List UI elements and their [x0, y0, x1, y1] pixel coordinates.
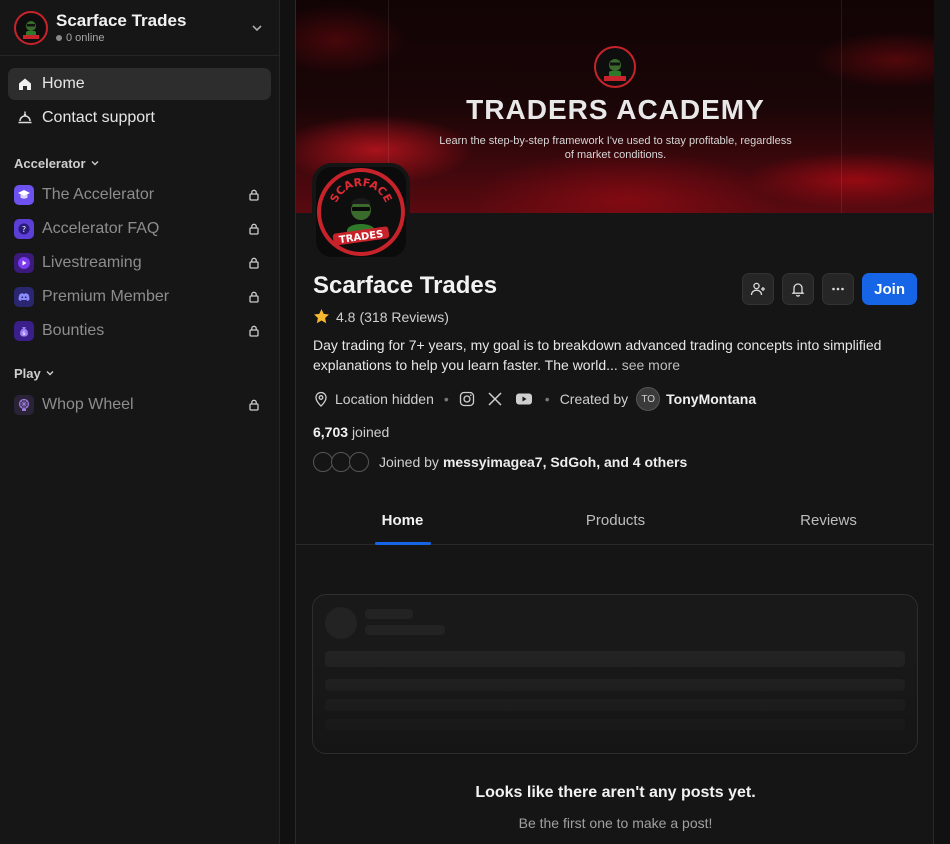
join-button[interactable]: Join: [862, 273, 917, 305]
member-avatar: [331, 452, 351, 472]
wheel-icon: [14, 395, 34, 415]
more-options-button[interactable]: [822, 273, 855, 305]
location-text: Location hidden: [335, 391, 434, 407]
workspace-name: Scarface Trades: [56, 11, 187, 30]
lock-icon: [249, 291, 259, 303]
lock-icon: [249, 399, 259, 411]
sidebar-item-premium-member[interactable]: Premium Member: [8, 280, 271, 314]
tab-reviews[interactable]: Reviews: [722, 497, 935, 544]
add-friend-button[interactable]: [742, 273, 775, 305]
graduation-cap-icon: [14, 185, 34, 205]
main-content: TRADERS ACADEMY Learn the step-by-step f…: [295, 0, 935, 844]
creator-avatar[interactable]: TO: [636, 387, 661, 411]
svg-text:$: $: [22, 331, 26, 337]
description: Day trading for 7+ years, my goal is to …: [313, 337, 882, 373]
workspace-switcher[interactable]: Scarface Trades 0 online: [0, 0, 279, 56]
money-bag-icon: $: [14, 321, 34, 341]
home-icon: [16, 75, 34, 93]
joined-by-row[interactable]: Joined by messyimagea7, SdGoh, and 4 oth…: [313, 452, 687, 472]
lock-icon: [249, 223, 259, 235]
tab-bar: Home Products Reviews: [296, 497, 935, 545]
separator-dot: •: [544, 391, 550, 407]
page-title: Scarface Trades: [313, 272, 498, 299]
separator-dot: •: [443, 391, 449, 407]
sidebar-item-the-accelerator[interactable]: The Accelerator: [8, 178, 271, 212]
banner-title: TRADERS ACADEMY: [466, 94, 765, 125]
nav-item-label: Contact support: [42, 109, 155, 126]
more-horizontal-icon: [832, 287, 844, 291]
discord-icon: [14, 287, 34, 307]
rating[interactable]: 4.8 (318 Reviews): [313, 308, 449, 325]
banner-logo: [594, 46, 636, 88]
section-toggle-play[interactable]: Play: [0, 362, 279, 384]
sidebar-item-label: The Accelerator: [42, 186, 155, 203]
instagram-icon[interactable]: [459, 391, 475, 407]
chevron-down-icon: [46, 371, 54, 376]
profile-avatar: SCARFACE TRADES: [312, 163, 410, 261]
online-status: 0 online: [56, 32, 249, 44]
post-skeleton-card: [312, 594, 918, 754]
right-gutter: [934, 0, 950, 844]
see-more-link[interactable]: see more: [622, 357, 680, 373]
lock-icon: [249, 189, 259, 201]
sidebar-item-bounties[interactable]: $ Bounties: [8, 314, 271, 348]
youtube-icon[interactable]: [515, 391, 533, 407]
nav-item-label: Home: [42, 75, 85, 92]
sidebar-item-label: Premium Member: [42, 288, 170, 305]
rating-value: 4.8: [336, 308, 356, 325]
x-twitter-icon[interactable]: [487, 391, 503, 407]
sidebar: Scarface Trades 0 online Home Contact su…: [0, 0, 280, 844]
member-avatar: [349, 452, 369, 472]
logo-text-bottom: TRADES: [338, 229, 384, 246]
svg-text:?: ?: [22, 225, 26, 234]
nav-item-home[interactable]: Home: [8, 68, 271, 100]
tab-products[interactable]: Products: [509, 497, 722, 544]
empty-state-title: Looks like there aren't any posts yet.: [475, 784, 756, 801]
nav-item-contact-support[interactable]: Contact support: [8, 102, 271, 134]
sidebar-item-label: Livestreaming: [42, 254, 142, 271]
support-bell-icon: [16, 109, 34, 127]
chevron-down-icon: [252, 24, 262, 31]
joined-by-names: messyimagea7, SdGoh, and 4 others: [442, 454, 688, 470]
question-icon: ?: [14, 219, 34, 239]
meta-row: Location hidden • • Created by TO TonyMo…: [313, 387, 756, 411]
online-dot: [56, 35, 62, 41]
workspace-logo: [14, 10, 48, 45]
member-avatar: [313, 452, 333, 472]
sidebar-item-whop-wheel[interactable]: Whop Wheel: [8, 388, 271, 422]
tab-home[interactable]: Home: [296, 497, 509, 544]
user-plus-icon: [751, 282, 766, 296]
skeleton-fade: [313, 595, 917, 753]
chevron-down-icon: [91, 161, 99, 166]
members-count: 6,703 joined: [313, 424, 390, 440]
sidebar-item-label: Accelerator FAQ: [42, 220, 160, 237]
star-icon: [314, 309, 329, 324]
section-toggle-accelerator[interactable]: Accelerator: [0, 152, 279, 174]
reviews-count: (318 Reviews): [359, 308, 449, 325]
bell-icon: [791, 283, 805, 297]
sidebar-item-label: Bounties: [42, 322, 105, 339]
sidebar-item-accelerator-faq[interactable]: ? Accelerator FAQ: [8, 212, 271, 246]
profile-actions: Join: [734, 273, 917, 305]
created-by-label: Created by: [559, 391, 629, 407]
empty-state-subtitle: Be the first one to make a post!: [518, 815, 713, 831]
joined-by-prefix: Joined by: [379, 454, 439, 470]
banner-subtitle: Learn the step-by-step framework I've us…: [439, 135, 792, 161]
lock-icon: [249, 257, 259, 269]
sidebar-item-label: Whop Wheel: [42, 396, 134, 413]
location-pin-icon: [313, 391, 329, 407]
lock-icon: [249, 325, 259, 337]
sidebar-item-livestreaming[interactable]: Livestreaming: [8, 246, 271, 280]
creator-name-link[interactable]: TonyMontana: [666, 391, 756, 407]
notifications-button[interactable]: [782, 273, 815, 305]
play-icon: [14, 253, 34, 273]
